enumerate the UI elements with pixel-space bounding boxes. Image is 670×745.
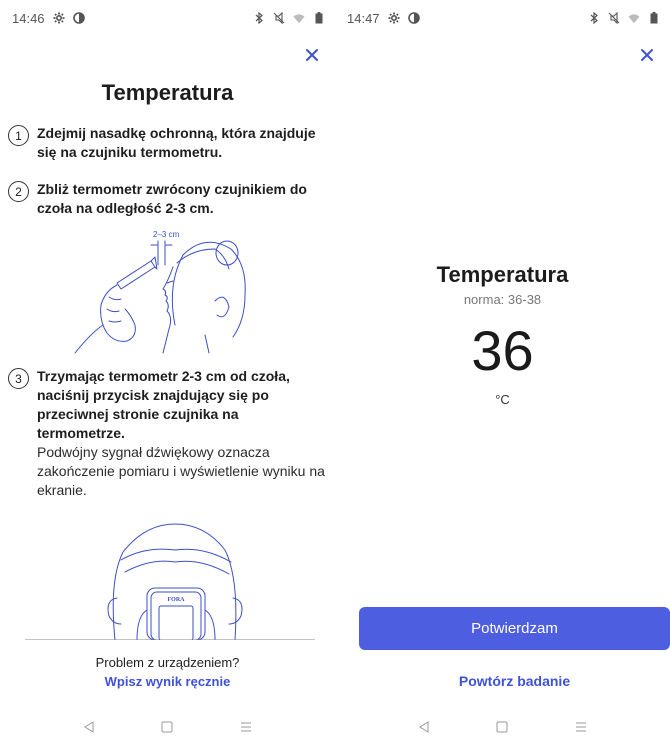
home-icon: [496, 721, 508, 733]
battery-icon: [313, 12, 325, 24]
home-button[interactable]: [493, 718, 511, 736]
bluetooth-icon: [588, 12, 600, 24]
page-title: Temperatura: [101, 80, 234, 105]
thermometer-forehead-illustration: 2–3 cm: [74, 230, 246, 354]
back-button[interactable]: [80, 718, 98, 736]
vpn-key-icon: [72, 12, 85, 24]
home-icon: [161, 721, 173, 733]
step-text: Zbliż termometr zwrócony czujnikiem do c…: [37, 181, 307, 216]
step-subtext: Podwójny sygnał dźwiękowy oznacza zakońc…: [37, 444, 325, 498]
close-icon: [306, 49, 318, 61]
normal-range-text: norma: 36-38: [463, 292, 542, 307]
navigation-bar: [335, 709, 670, 745]
vpn-key-icon: [407, 12, 420, 24]
battery-icon: [648, 12, 660, 24]
instruction-screen: 14:46 Temperatura 1 Zdejmij nasadkę ochr…: [0, 0, 335, 745]
mute-icon: [273, 12, 285, 24]
repeat-test-link[interactable]: Powtórz badanie: [359, 673, 670, 689]
menu-icon: [240, 722, 251, 732]
temperature-unit: °C: [495, 392, 510, 407]
wifi-icon: [628, 12, 640, 24]
menu-button[interactable]: [572, 718, 590, 736]
device-problem-text: Problem z urządzeniem?: [95, 655, 240, 670]
navigation-bar: [0, 709, 335, 745]
status-bar: 14:46: [0, 0, 335, 36]
menu-button[interactable]: [237, 718, 255, 736]
status-time: 14:46: [12, 10, 45, 26]
back-icon: [419, 721, 429, 733]
status-time: 14:47: [347, 10, 380, 26]
close-button[interactable]: [636, 44, 658, 66]
result-title: Temperatura: [436, 262, 569, 287]
menu-icon: [575, 722, 586, 732]
result-screen: 14:47 Temperatura norma: 36-38 36 °C Pot…: [335, 0, 670, 745]
manual-entry-link[interactable]: Wpisz wynik ręcznie: [0, 674, 335, 689]
settings-icon: [53, 12, 65, 24]
step-text: Trzymając termometr 2-3 cm od czoła, nac…: [37, 368, 290, 441]
step-text: Zdejmij nasadkę ochronną, która znajduje…: [37, 125, 316, 160]
step-number: 3: [8, 368, 29, 389]
settings-icon: [388, 12, 400, 24]
step-number: 2: [8, 181, 29, 202]
step-number: 1: [8, 125, 29, 146]
status-bar: 14:47: [335, 0, 670, 36]
back-button[interactable]: [415, 718, 433, 736]
step-2: 2 Zbliż termometr zwrócony czujnikiem do…: [8, 180, 327, 218]
step-3: 3 Trzymając termometr 2-3 cm od czoła, n…: [8, 367, 327, 500]
back-icon: [84, 721, 94, 733]
close-button[interactable]: [301, 44, 323, 66]
confirm-button[interactable]: Potwierdzam: [359, 607, 670, 650]
home-button[interactable]: [158, 718, 176, 736]
wifi-icon: [293, 12, 305, 24]
device-front-illustration: FORA: [25, 523, 315, 640]
distance-label: 2–3 cm: [153, 230, 180, 239]
temperature-value: 36: [471, 319, 534, 382]
close-icon: [641, 49, 653, 61]
step-1: 1 Zdejmij nasadkę ochronną, która znajdu…: [8, 124, 327, 162]
bluetooth-icon: [253, 12, 265, 24]
mute-icon: [608, 12, 620, 24]
device-brand-label: FORA: [168, 597, 186, 603]
